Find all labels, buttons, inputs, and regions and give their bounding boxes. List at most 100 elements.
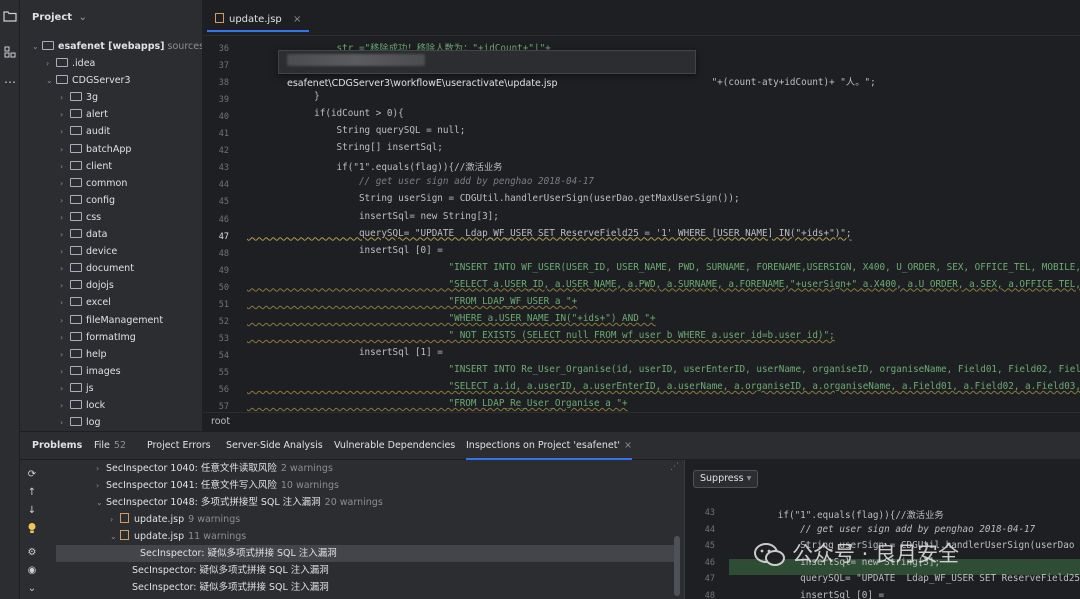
code-line: // get user sign add by penghao 2018-04-… — [247, 176, 595, 188]
bottom-tab[interactable]: Problems — [32, 432, 82, 460]
suppress-button[interactable]: Suppress ▾ — [693, 470, 759, 488]
tree-item[interactable]: › .idea — [46, 55, 95, 72]
chevron-right-icon[interactable]: › — [60, 260, 70, 277]
tree-item[interactable]: ⌄ CDGServer3 — [46, 72, 131, 89]
tree-item[interactable]: › 3g — [60, 89, 98, 106]
chevron-right-icon[interactable]: › — [60, 106, 70, 123]
results-scrollbar[interactable] — [674, 492, 680, 599]
chevron-right-icon[interactable]: › — [60, 312, 70, 329]
scrollbar-thumb[interactable] — [674, 536, 680, 596]
chevron-right-icon[interactable]: › — [60, 414, 70, 431]
chevron-right-icon[interactable]: › — [60, 363, 70, 380]
bottom-tab[interactable]: Project Errors — [147, 432, 211, 460]
chevron-right-icon[interactable]: › — [60, 89, 70, 106]
chevron-right-icon[interactable]: › — [60, 243, 70, 260]
tree-item-label: fileManagement — [86, 314, 164, 326]
arrow-up-icon[interactable]: ↑ — [25, 486, 39, 500]
folder-icon — [70, 365, 82, 375]
result-item[interactable]: SecInspector: 疑似多项式拼接 SQL 注入漏洞 — [56, 545, 674, 562]
tree-item[interactable]: › css — [60, 209, 101, 226]
chevron-right-icon[interactable]: › — [60, 397, 70, 414]
tree-item[interactable]: › excel — [60, 294, 111, 311]
bottom-tab[interactable]: Vulnerable Dependencies — [334, 432, 455, 460]
expand-icon[interactable]: ⌄ — [25, 582, 39, 596]
bottom-tab[interactable]: File 52 — [94, 432, 126, 460]
tree-item[interactable]: › device — [60, 243, 117, 260]
tree-item-label: data — [86, 229, 108, 240]
tree-item[interactable]: › batchApp — [60, 141, 131, 158]
tree-item[interactable]: › formatImg — [60, 329, 136, 346]
breadcrumb-root[interactable]: root — [211, 416, 230, 427]
structure-icon[interactable] — [2, 46, 18, 62]
project-panel-header[interactable]: Project ⌄ — [20, 0, 202, 36]
chevron-right-icon[interactable]: › — [60, 175, 70, 192]
lightbulb-icon[interactable] — [25, 522, 39, 536]
chevron-right-icon[interactable]: › — [60, 277, 70, 294]
result-item[interactable]: › update.jsp 9 warnings — [110, 511, 240, 528]
tree-item[interactable]: › fileManagement — [60, 312, 163, 329]
chevron-right-icon[interactable]: › — [60, 226, 70, 243]
chevron-right-icon[interactable]: › — [60, 346, 70, 363]
result-count: 9 warnings — [188, 514, 241, 525]
chevron-down-icon[interactable]: ⌄ — [96, 494, 106, 511]
chevron-down-icon[interactable]: ⌄ — [110, 528, 120, 545]
chevron-right-icon[interactable]: › — [110, 511, 120, 528]
chevron-right-icon[interactable]: › — [60, 294, 70, 311]
chevron-down-icon[interactable]: ⌄ — [46, 72, 56, 89]
chevron-right-icon[interactable]: › — [60, 329, 70, 346]
tree-root[interactable]: ⌄ esafenet [webapps] sources ro — [32, 38, 202, 55]
tree-item-label: CDGServer3 — [72, 75, 131, 87]
tree-item[interactable]: › audit — [60, 123, 110, 140]
close-icon[interactable]: × — [293, 14, 301, 25]
tree-item[interactable]: › data — [60, 226, 107, 243]
result-item[interactable]: SecInspector: 疑似多项式拼接 SQL 注入漏洞 — [124, 562, 329, 579]
result-item[interactable]: ⌄ update.jsp 11 warnings — [110, 528, 246, 545]
tree-item[interactable]: › log — [60, 414, 100, 431]
tree-item[interactable]: › common — [60, 175, 127, 192]
folder-icon — [70, 177, 82, 187]
tree-item[interactable]: › config — [60, 192, 115, 209]
chevron-down-icon[interactable]: ⌄ — [79, 12, 87, 23]
arrow-down-icon[interactable]: ↓ — [25, 504, 39, 518]
chevron-right-icon[interactable]: › — [60, 209, 70, 226]
more-icon[interactable]: ⋯ — [2, 74, 18, 90]
tree-item[interactable]: › dojojs — [60, 277, 114, 294]
file-path-tooltip: esafenet\CDGServer3\workflowE\useractiva… — [278, 50, 696, 89]
result-item[interactable]: › SecInspector 1041: 任意文件写入风险 10 warnings — [96, 477, 339, 494]
line-number: 37 — [218, 61, 229, 72]
folder-icon — [70, 194, 82, 204]
tab-update-jsp[interactable]: update.jsp × — [207, 8, 310, 32]
chevron-right-icon[interactable]: › — [96, 460, 106, 477]
tree-item[interactable]: › client — [60, 158, 112, 175]
chevron-right-icon[interactable]: › — [60, 192, 70, 209]
bottom-tab[interactable]: Server-Side Analysis — [226, 432, 323, 460]
project-folder-icon[interactable] — [2, 10, 18, 26]
settings-icon[interactable]: ⚙ — [25, 546, 39, 560]
tree-item-label: document — [86, 263, 134, 275]
result-count: 11 warnings — [188, 531, 247, 542]
tree-item[interactable]: › lock — [60, 397, 105, 414]
splitter-icon[interactable]: ⋰ — [670, 462, 679, 472]
result-item[interactable]: ⌄ SecInspector 1048: 多项式拼接型 SQL 注入漏洞 20 wa… — [96, 494, 383, 511]
tree-item[interactable]: › document — [60, 260, 134, 277]
eye-icon[interactable]: ◉ — [25, 564, 39, 578]
bottom-tab[interactable]: Inspections on Project 'esafenet' × — [466, 432, 633, 460]
chevron-right-icon[interactable]: › — [60, 141, 70, 158]
chevron-right-icon[interactable]: › — [46, 55, 56, 72]
result-item[interactable]: SecInspector: 疑似多项式拼接 SQL 注入漏洞 — [124, 579, 329, 596]
chevron-right-icon[interactable]: › — [60, 380, 70, 397]
tree-item[interactable]: › help — [60, 346, 107, 363]
rerun-icon[interactable]: ⟳ — [25, 468, 39, 482]
chevron-down-icon[interactable]: ⌄ — [32, 38, 42, 55]
preview-code-line: querySQL= "UPDATE Ldap_WF_USER SET Reser… — [733, 573, 1080, 584]
code-line: "INSERT INTO WF_USER(USER_ID, USER_NAME,… — [247, 261, 1080, 273]
result-item[interactable]: › SecInspector 1040: 任意文件读取风险 2 warnings — [96, 460, 333, 477]
chevron-right-icon[interactable]: › — [60, 158, 70, 175]
close-icon[interactable]: × — [624, 440, 632, 451]
result-count: 10 warnings — [280, 480, 339, 491]
chevron-right-icon[interactable]: › — [96, 477, 106, 494]
tree-item[interactable]: › alert — [60, 106, 108, 123]
tree-item[interactable]: › js — [60, 380, 94, 397]
chevron-right-icon[interactable]: › — [60, 123, 70, 140]
tree-item[interactable]: › images — [60, 363, 121, 380]
